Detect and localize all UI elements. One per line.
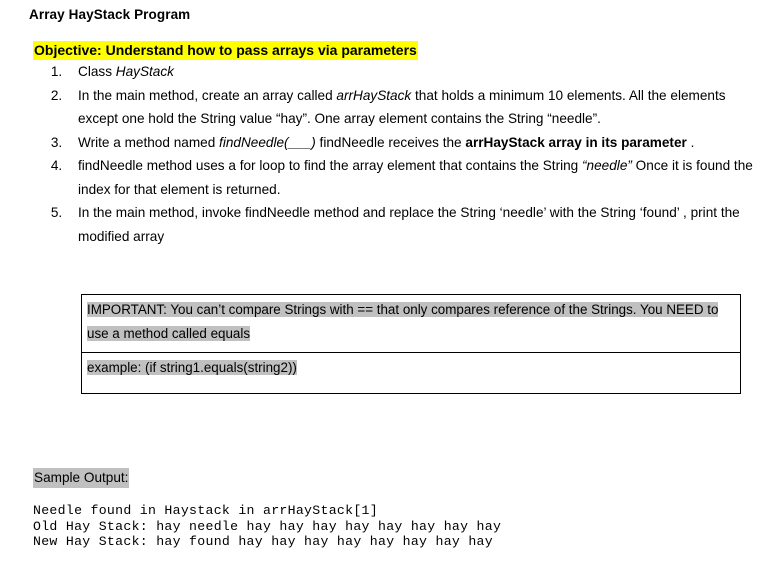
document-page: Array HayStack Program Objective: Unders… bbox=[0, 0, 771, 568]
list-item: Class HayStack bbox=[66, 60, 766, 84]
text-run: In the main method, invoke findNeedle me… bbox=[78, 205, 740, 244]
console-line: New Hay Stack: hay found hay hay hay hay… bbox=[33, 534, 493, 550]
text-run: findNeedle(___) bbox=[219, 134, 316, 150]
list-item: Write a method named findNeedle(___) fin… bbox=[66, 131, 766, 155]
text-run: findNeedle method uses a for loop to fin… bbox=[78, 158, 583, 173]
sample-output-console: Needle found in Haystack in arrHayStack[… bbox=[33, 503, 501, 550]
text-run: Write a method named bbox=[78, 134, 220, 150]
task-text-3: Write a method named findNeedle(___) fin… bbox=[78, 131, 766, 155]
text-run: . bbox=[686, 134, 695, 150]
list-item: findNeedle method uses a for loop to fin… bbox=[66, 154, 766, 201]
console-line: Old Hay Stack: hay needle hay hay hay ha… bbox=[33, 518, 502, 534]
console-line: Needle found in Haystack in arrHayStack[… bbox=[33, 503, 378, 518]
objective-heading: Objective: Understand how to pass arrays… bbox=[33, 41, 418, 60]
task-text-1: Class HayStack bbox=[78, 60, 766, 84]
text-run: Class bbox=[78, 64, 116, 79]
text-run: arrHayStack array in its parameter bbox=[465, 134, 687, 150]
list-item: In the main method, invoke findNeedle me… bbox=[66, 201, 766, 248]
task-list: Class HayStack In the main method, creat… bbox=[36, 60, 766, 248]
important-note-box: IMPORTANT: You can’t compare Strings wit… bbox=[81, 294, 741, 394]
text-run: HayStack bbox=[115, 64, 174, 79]
note-example-text: example: (if string1.equals(string2)) bbox=[87, 360, 297, 375]
task-text-4: findNeedle method uses a for loop to fin… bbox=[78, 154, 766, 201]
page-title: Array HayStack Program bbox=[29, 7, 191, 22]
note-row-example: example: (if string1.equals(string2)) bbox=[82, 353, 740, 393]
text-run: arrHayStack bbox=[336, 87, 412, 103]
text-run: findNeedle receives the bbox=[315, 134, 466, 150]
text-run: In the main method, create an array call… bbox=[78, 87, 337, 103]
task-text-2: In the main method, create an array call… bbox=[78, 84, 766, 131]
text-run: “needle” bbox=[582, 158, 632, 173]
note-row-important: IMPORTANT: You can’t compare Strings wit… bbox=[82, 295, 740, 353]
sample-output-label: Sample Output: bbox=[33, 468, 130, 488]
task-text-5: In the main method, invoke findNeedle me… bbox=[78, 201, 766, 248]
note-important-text: IMPORTANT: You can’t compare Strings wit… bbox=[87, 302, 719, 341]
list-item: In the main method, create an array call… bbox=[66, 84, 766, 131]
